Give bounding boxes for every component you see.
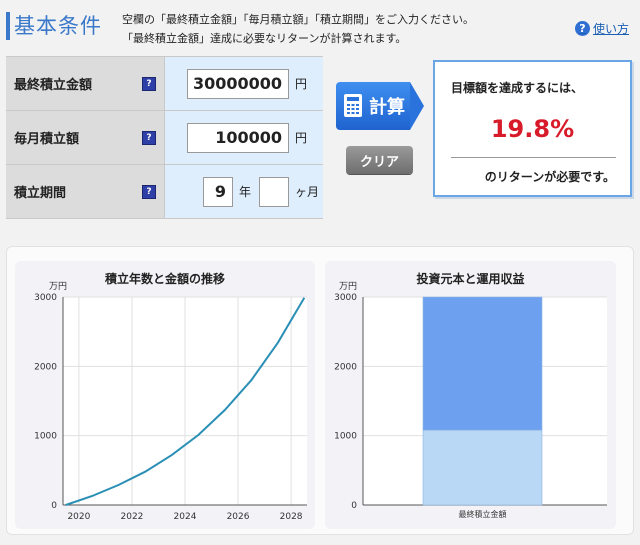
month-unit-label: ヶ月 xyxy=(295,185,320,199)
calculate-button[interactable]: 計算 xyxy=(336,82,424,130)
x-category-label: 最終積立金額 xyxy=(459,509,507,519)
y-tick-label: 0 xyxy=(51,501,57,511)
y-axis-unit: 万円 xyxy=(339,281,357,292)
result-line-2: のリターンが必要です。 xyxy=(484,170,615,184)
x-tick-label: 2024 xyxy=(174,512,197,522)
monthly-label: 毎月積立額 xyxy=(14,132,80,147)
bar-segment-return xyxy=(422,296,543,431)
row-final-amount: 最終積立金額 ? 30000000 円 xyxy=(6,57,323,111)
calculate-button-body: 計算 xyxy=(336,82,410,130)
period-label: 積立期間 xyxy=(14,186,67,201)
calculate-button-label: 計算 xyxy=(369,97,405,118)
y-axis-unit: 万円 xyxy=(49,281,67,292)
y-tick-label: 1000 xyxy=(334,432,357,442)
label-cell: 毎月積立額 ? xyxy=(6,111,165,164)
instruction-line-1: 空欄の「最終積立金額」「毎月積立額」「積立期間」をご入力ください。 xyxy=(122,13,474,26)
row-monthly: 毎月積立額 ? 100000 円 xyxy=(6,111,323,165)
monthly-input[interactable]: 100000 xyxy=(187,122,289,153)
x-tick-label: 2022 xyxy=(121,512,144,522)
help-question-icon[interactable]: ? xyxy=(142,185,156,199)
help-link[interactable]: ? 使い方 xyxy=(575,20,629,37)
bar-segment-principal xyxy=(422,429,543,506)
help-icon: ? xyxy=(575,21,590,36)
chart-area: 積立年数と金額の推移 2020 2022 2024 2026 2028 0 1000 2000… xyxy=(6,246,634,535)
arrow-right-icon xyxy=(410,82,424,130)
line-chart-panel: 積立年数と金額の推移 2020 2022 2024 2026 2028 0 1000 2000… xyxy=(15,261,315,529)
bar-chart-panel: 投資元本と運用収益 0 1000 2000 3000 万円 最終積立金額 xyxy=(325,261,616,529)
label-cell: 積立期間 ? xyxy=(6,165,165,218)
label-cell: 最終積立金額 ? xyxy=(6,57,165,110)
months-input[interactable] xyxy=(259,176,290,207)
instructions: 空欄の「最終積立金額」「毎月積立額」「積立期間」をご入力ください。 「最終積立金… xyxy=(122,10,474,48)
unit-label: 円 xyxy=(295,131,308,145)
y-tick-label: 3000 xyxy=(334,293,357,303)
result-divider xyxy=(451,157,616,158)
row-period: 積立期間 ? 9 年 ヶ月 xyxy=(6,165,323,219)
y-tick-label: 2000 xyxy=(334,362,357,372)
bar-chart: 0 1000 2000 3000万円最終積立金額 xyxy=(334,281,607,519)
input-cell: 100000 円 xyxy=(165,111,323,164)
y-tick-label: 1000 xyxy=(34,432,57,442)
result-line-1: 目標額を達成するには、 xyxy=(451,81,584,95)
input-form: 最終積立金額 ? 30000000 円 毎月積立額 ? 100000 円 積立期… xyxy=(6,56,323,219)
result-rate: 19.8% xyxy=(490,115,575,143)
help-question-icon[interactable]: ? xyxy=(142,131,156,145)
final-amount-input[interactable]: 30000000 xyxy=(187,68,289,99)
input-cell: 9 年 ヶ月 xyxy=(165,165,323,218)
title-accent-bar xyxy=(6,12,10,40)
x-tick-label: 2020 xyxy=(67,512,90,522)
y-tick-label: 2000 xyxy=(34,362,57,372)
y-tick-label: 3000 xyxy=(34,293,57,303)
clear-button[interactable]: クリア xyxy=(346,146,413,174)
result-box: 目標額を達成するには、 19.8% のリターンが必要です。 xyxy=(433,60,632,197)
x-tick-label: 2028 xyxy=(280,512,303,522)
x-tick-label: 2026 xyxy=(227,512,250,522)
instruction-line-2: 「最終積立金額」達成に必要なリターンが計算されます。 xyxy=(122,32,407,45)
input-cell: 30000000 円 xyxy=(165,57,323,110)
final-amount-label: 最終積立金額 xyxy=(14,78,93,93)
calculator-icon xyxy=(344,94,362,117)
line-chart: 2020 2022 2024 2026 2028 0 1000 2000 3000万円 xyxy=(34,281,307,522)
y-tick-label: 0 xyxy=(351,501,357,511)
years-input[interactable]: 9 xyxy=(203,176,233,207)
help-link-label: 使い方 xyxy=(593,22,630,36)
unit-label: 円 xyxy=(295,77,308,91)
page-title: 基本条件 xyxy=(14,14,102,38)
help-question-icon[interactable]: ? xyxy=(142,77,156,91)
year-unit-label: 年 xyxy=(239,185,252,199)
